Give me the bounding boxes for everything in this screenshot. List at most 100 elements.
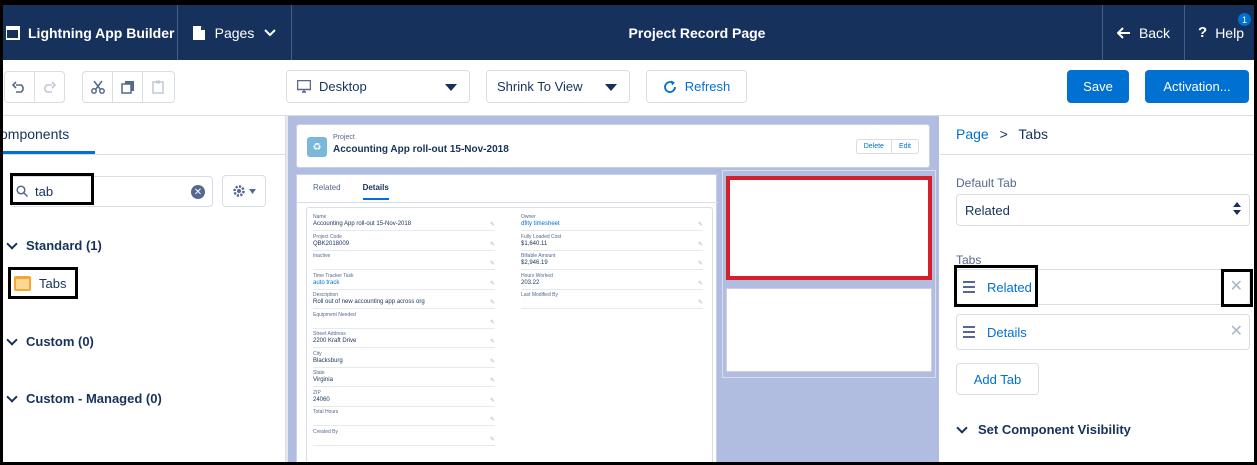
delete-button[interactable]: Delete — [857, 140, 892, 153]
default-tab-select[interactable]: Related — [956, 194, 1250, 226]
top-nav-bar: Lightning App Builder Pages Project Reco… — [0, 5, 1257, 60]
paste-button[interactable] — [143, 72, 173, 102]
edit-pencil-icon[interactable]: ✎ — [490, 416, 495, 423]
field-label: ZIP — [313, 389, 321, 396]
selected-component-highlight[interactable] — [726, 176, 932, 280]
view-select[interactable]: Shrink To View — [486, 70, 630, 103]
edit-pencil-icon[interactable]: ✎ — [490, 377, 495, 384]
tab-label[interactable]: Details — [987, 325, 1027, 340]
edit-pencil-icon[interactable]: ✎ — [698, 299, 703, 306]
copy-button[interactable] — [113, 72, 143, 102]
cut-button[interactable] — [83, 72, 113, 102]
field-label: Project Code — [313, 233, 342, 240]
chevron-down-icon — [956, 421, 968, 434]
detail-field[interactable]: Owner dfity timesheet ✎ — [521, 214, 703, 231]
visibility-label: Set Component Visibility — [978, 422, 1131, 437]
help-button[interactable]: ? Help 1 — [1185, 5, 1257, 60]
detail-field[interactable]: Project Code QBK2018009 ✎ — [313, 234, 495, 251]
detail-field[interactable]: Equipment Needed ✎ — [313, 312, 495, 329]
app-brand: Lightning App Builder — [0, 5, 178, 60]
detail-field[interactable]: City Blacksburg ✎ — [313, 351, 495, 368]
field-label: Billable Amount — [521, 253, 556, 259]
field-value: 24060 — [313, 396, 330, 403]
divider — [0, 154, 286, 155]
builder-toolbar: Desktop Shrink To View Refresh Save Acti… — [0, 60, 1257, 116]
detail-field[interactable]: Street Address 2200 Kraft Drive ✎ — [313, 331, 495, 348]
clear-search-icon[interactable]: ✕ — [191, 185, 205, 199]
redo-button[interactable] — [35, 72, 64, 102]
edit-pencil-icon[interactable]: ✎ — [490, 397, 495, 404]
tab-row-related[interactable]: Related ✕ — [956, 269, 1250, 305]
section-custom-managed[interactable]: Custom - Managed (0) — [6, 390, 162, 406]
settings-menu-button[interactable] — [222, 175, 266, 207]
app-builder-icon — [6, 25, 20, 40]
field-label: Hours Worked — [521, 272, 553, 279]
edit-pencil-icon[interactable]: ✎ — [490, 241, 495, 248]
edit-pencil-icon[interactable]: ✎ — [490, 358, 495, 365]
drag-handle-icon[interactable] — [963, 281, 975, 293]
sidebar-component[interactable] — [726, 288, 932, 372]
close-icon[interactable]: ✕ — [1230, 279, 1243, 295]
default-tab-label: Default Tab — [956, 176, 1017, 190]
field-value: Roll out of new accounting app across or… — [313, 299, 425, 305]
edit-pencil-icon[interactable]: ✎ — [490, 260, 495, 267]
close-icon[interactable]: ✕ — [1230, 324, 1243, 340]
edit-pencil-icon[interactable]: ✎ — [698, 280, 703, 287]
record-header[interactable]: ♻ Project Accounting App roll-out 15-Nov… — [296, 124, 930, 168]
back-button[interactable]: Back — [1103, 5, 1185, 60]
edit-pencil-icon[interactable]: ✎ — [698, 260, 703, 267]
field-value: Virginia — [313, 377, 333, 383]
components-panel: omponents ✕ Standard (1) Tabs Custom (0)… — [0, 116, 286, 465]
detail-field[interactable]: Total Hours ✎ — [313, 409, 495, 426]
field-label: Inactive — [313, 253, 331, 259]
divider — [297, 202, 718, 203]
drag-handle-icon[interactable] — [963, 326, 975, 338]
detail-field[interactable]: Inactive ✎ — [313, 253, 495, 270]
edit-pencil-icon[interactable]: ✎ — [490, 319, 495, 326]
detail-field[interactable]: Last Modified By ✎ — [521, 292, 703, 309]
components-tab[interactable]: omponents — [0, 126, 69, 142]
section-custom[interactable]: Custom (0) — [6, 333, 94, 349]
add-tab-button[interactable]: Add Tab — [956, 363, 1039, 395]
edit-pencil-icon[interactable]: ✎ — [490, 436, 495, 443]
project-icon: ♻ — [307, 137, 327, 157]
detail-field[interactable]: Hours Worked 203.22 ✎ — [521, 273, 703, 290]
detail-field[interactable]: State Virginia ✎ — [313, 370, 495, 387]
pages-menu[interactable]: Pages — [178, 5, 292, 60]
chevron-down-icon — [264, 28, 277, 36]
detail-field[interactable]: Created By ✎ — [313, 429, 495, 446]
edit-pencil-icon[interactable]: ✎ — [490, 221, 495, 228]
detail-field[interactable]: Name Accounting App roll-out 15-Nov-2018 ✎ — [313, 214, 495, 231]
edit-pencil-icon[interactable]: ✎ — [698, 241, 703, 248]
edit-pencil-icon[interactable]: ✎ — [490, 280, 495, 287]
chevron-down-icon — [6, 237, 18, 250]
clipboard-group — [82, 71, 175, 103]
tab-row-details[interactable]: Details ✕ — [956, 314, 1250, 350]
save-button[interactable]: Save — [1067, 70, 1129, 103]
refresh-button[interactable]: Refresh — [646, 70, 747, 103]
tab-label[interactable]: Related — [987, 280, 1032, 295]
breadcrumb-page-link[interactable]: Page — [956, 126, 989, 142]
activation-button[interactable]: Activation... — [1145, 70, 1249, 103]
back-label: Back — [1138, 24, 1171, 41]
undo-button[interactable] — [5, 72, 35, 102]
edit-pencil-icon[interactable]: ✎ — [490, 299, 495, 306]
tab-related[interactable]: Related — [313, 183, 341, 200]
tabs-component[interactable]: Related Details Name Accounting App roll-… — [296, 174, 718, 465]
detail-field[interactable]: Fully Loaded Cost $1,640.11 ✎ — [521, 234, 703, 251]
edit-button[interactable]: Edit — [892, 140, 918, 153]
edit-pencil-icon[interactable]: ✎ — [490, 338, 495, 345]
detail-field[interactable]: Time Tracker Task auto track ✎ — [313, 273, 495, 290]
detail-field[interactable]: Billable Amount $2,946.19 ✎ — [521, 253, 703, 270]
detail-field[interactable]: Description Roll out of new accounting ap… — [313, 292, 495, 309]
detail-field[interactable]: ZIP 24060 ✎ — [313, 390, 495, 407]
component-tabs[interactable]: Tabs — [8, 267, 78, 299]
record-detail[interactable]: Name Accounting App roll-out 15-Nov-2018 ✎… — [306, 207, 713, 465]
tab-details[interactable]: Details — [362, 183, 389, 200]
arrow-left-icon — [1116, 26, 1130, 39]
edit-pencil-icon[interactable]: ✎ — [698, 221, 703, 228]
component-visibility-section[interactable]: Set Component Visibility — [956, 421, 1131, 437]
device-select[interactable]: Desktop — [286, 70, 470, 103]
section-standard[interactable]: Standard (1) — [6, 237, 102, 253]
field-label: State — [313, 370, 325, 376]
